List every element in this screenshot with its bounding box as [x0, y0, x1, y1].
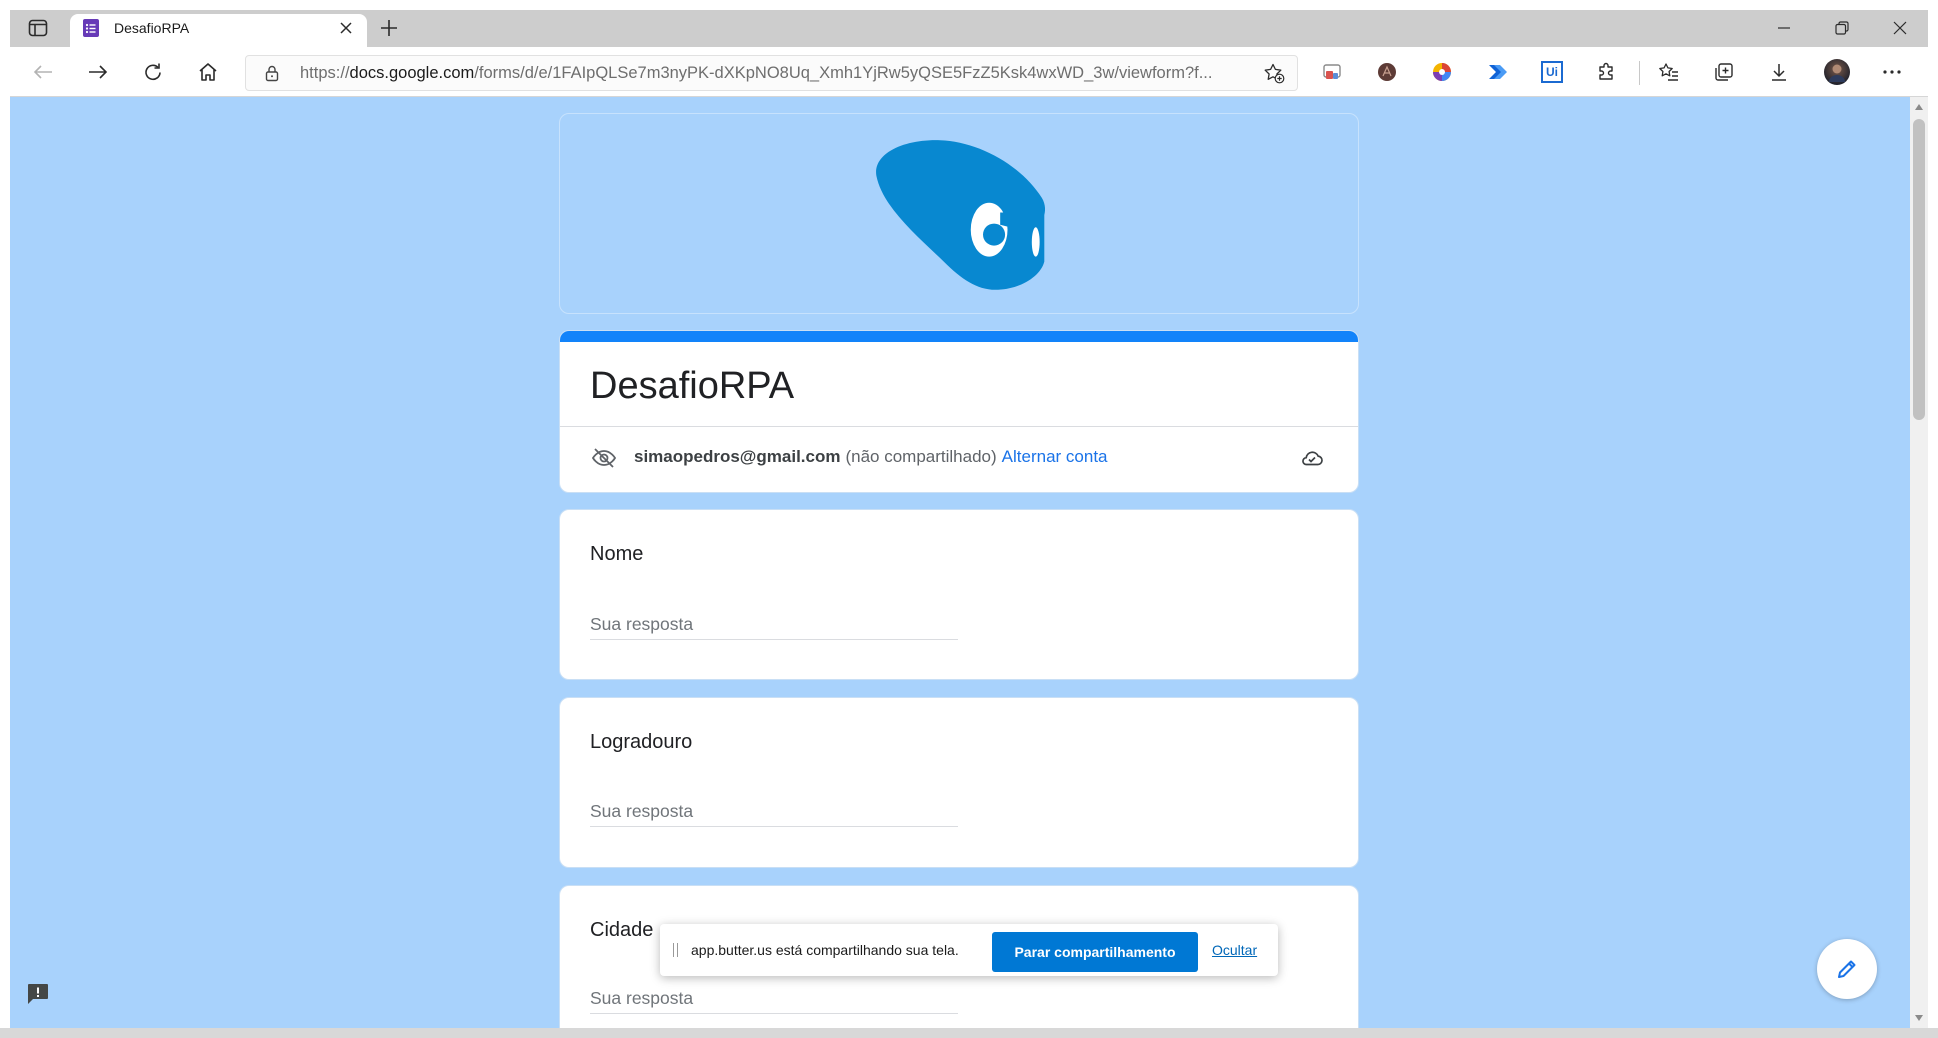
favorites-icon[interactable]: [1658, 61, 1680, 83]
restore-icon[interactable]: [1834, 20, 1850, 36]
form-accent-bar: [560, 331, 1358, 342]
tab-title: DesafioRPA: [114, 20, 190, 36]
back-icon[interactable]: [32, 61, 54, 83]
forward-icon[interactable]: [87, 61, 109, 83]
answer-input-cidade[interactable]: [590, 984, 958, 1014]
account-row: simaopedros@gmail.com (não compartilhado)…: [634, 445, 1108, 469]
minimize-icon[interactable]: [1776, 20, 1792, 36]
answer-input-logradouro[interactable]: [590, 797, 958, 827]
downloads-icon[interactable]: [1768, 61, 1790, 83]
cloud-saved-icon: [1302, 451, 1323, 466]
switch-account-link[interactable]: Alternar conta: [1002, 447, 1108, 466]
scroll-down-icon[interactable]: [1914, 1014, 1924, 1022]
url-text[interactable]: https://docs.google.com/forms/d/e/1FAIpQ…: [300, 56, 1255, 90]
title-divider: [560, 426, 1358, 427]
avatar-extension-icon[interactable]: [1376, 61, 1398, 83]
active-tab[interactable]: DesafioRPA: [70, 14, 367, 47]
stop-sharing-button[interactable]: Parar compartilhamento: [992, 932, 1198, 972]
question-label: Nome: [590, 543, 644, 565]
cast-extension-icon[interactable]: [1321, 61, 1343, 83]
taskbar-strip: [0, 1028, 1938, 1038]
toolbar-separator: [1639, 61, 1640, 85]
url-scheme: https://: [300, 64, 350, 82]
address-bar[interactable]: https://docs.google.com/forms/d/e/1FAIpQ…: [245, 55, 1298, 91]
question-card-logradouro: Logradouro: [559, 697, 1359, 868]
lock-icon[interactable]: [263, 64, 281, 82]
home-icon[interactable]: [197, 61, 219, 83]
uipath-icon-label: Ui: [1546, 65, 1558, 79]
uipath-icon[interactable]: Ui: [1541, 61, 1563, 83]
account-email: simaopedros@gmail.com: [634, 447, 841, 466]
google-forms-favicon-icon: [83, 19, 99, 37]
profile-avatar[interactable]: [1823, 58, 1851, 86]
tab-strip: DesafioRPA: [10, 10, 1928, 47]
page-scrollbar[interactable]: [1910, 97, 1928, 1028]
screen-share-bar: app.butter.us está compartilhando sua te…: [660, 924, 1278, 976]
form-page: DesafioRPA simaopedros@gmail.com (não com…: [10, 97, 1910, 1028]
new-tab-icon[interactable]: [380, 19, 398, 37]
feedback-icon[interactable]: [26, 982, 50, 1006]
more-icon[interactable]: [1881, 61, 1903, 83]
scrollbar-thumb[interactable]: [1913, 119, 1925, 420]
add-favorite-icon[interactable]: [1263, 62, 1285, 84]
hide-link[interactable]: Ocultar: [1212, 924, 1257, 976]
extensions-puzzle-icon[interactable]: [1596, 61, 1618, 83]
collections-icon[interactable]: [1713, 61, 1735, 83]
close-tab-icon[interactable]: [340, 22, 352, 34]
share-message: app.butter.us está compartilhando sua te…: [691, 942, 959, 958]
form-logo: [876, 140, 1045, 290]
question-card-nome: Nome: [559, 509, 1359, 680]
edit-button[interactable]: [1817, 939, 1877, 999]
question-label: Cidade: [590, 919, 654, 941]
form-title: DesafioRPA: [590, 365, 795, 407]
form-header-image: [559, 113, 1359, 314]
question-label: Logradouro: [590, 731, 693, 753]
url-host: docs.google.com: [349, 64, 475, 82]
refresh-icon[interactable]: [142, 61, 164, 83]
url-path: /forms/d/e/1FAIpQLSe7m3nyPK-dXKpNO8Uq_Xm…: [474, 64, 1213, 82]
color-extension-icon[interactable]: [1431, 61, 1453, 83]
pencil-icon: [1838, 960, 1856, 978]
close-window-icon[interactable]: [1892, 20, 1908, 36]
eye-off-icon: [591, 448, 617, 468]
scroll-up-icon[interactable]: [1914, 103, 1924, 111]
grip-handle[interactable]: [672, 943, 679, 957]
sharing-note: (não compartilhado): [845, 447, 997, 466]
tab-actions-icon[interactable]: [28, 19, 48, 37]
toolbar: https://docs.google.com/forms/d/e/1FAIpQ…: [10, 47, 1928, 97]
form-title-card: DesafioRPA simaopedros@gmail.com (não com…: [559, 330, 1359, 493]
power-automate-icon[interactable]: [1486, 61, 1508, 83]
answer-input-nome[interactable]: [590, 610, 958, 640]
